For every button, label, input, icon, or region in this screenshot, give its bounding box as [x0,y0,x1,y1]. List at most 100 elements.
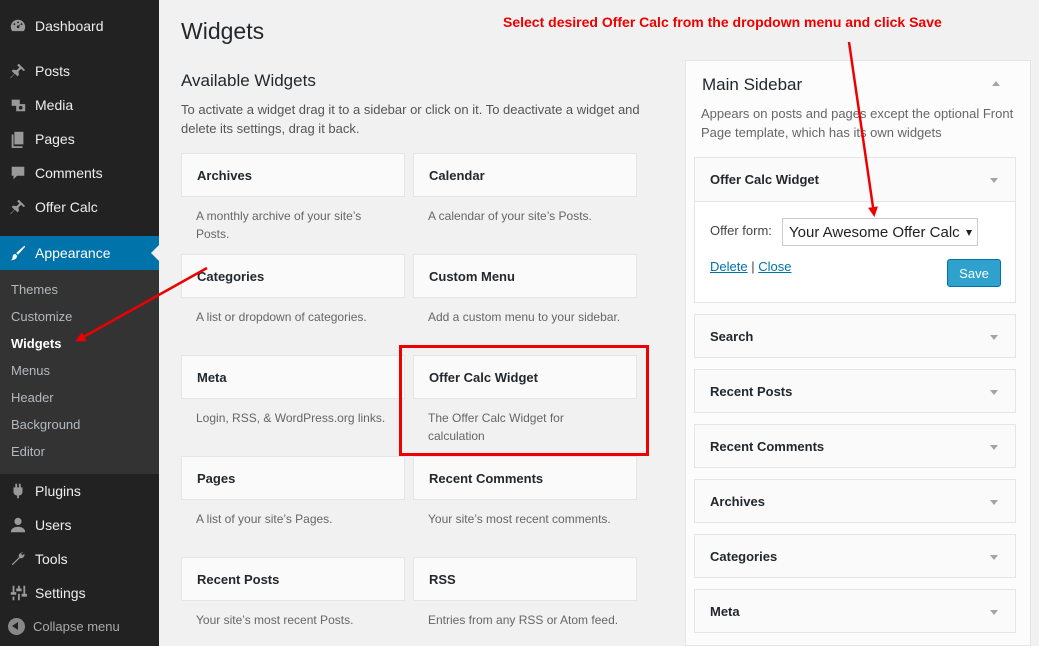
widget-title[interactable]: Custom Menu [413,254,637,298]
plugin-icon [8,481,28,501]
sidebar-widget-categories[interactable]: Categories [694,534,1016,578]
collapse-up-icon[interactable] [991,78,1001,88]
chevron-down-icon[interactable] [990,555,998,560]
sidebar-widget-title: Meta [710,603,740,619]
chevron-down-icon[interactable] [990,445,998,450]
menu-settings-label: Settings [35,585,86,601]
available-widgets-description: To activate a widget drag it to a sideba… [181,102,640,136]
widget-control-links: Delete | Close [710,259,791,274]
sidebar-widget-recent-posts[interactable]: Recent Posts [694,369,1016,413]
chevron-down-icon[interactable] [990,500,998,505]
menu-offer-calc[interactable]: Offer Calc [0,190,159,224]
wrench-icon [8,549,28,569]
menu-appearance[interactable]: Appearance [0,236,159,270]
menu-posts[interactable]: Posts [0,54,159,88]
instruction-annotation: Select desired Offer Calc from the dropd… [503,14,942,30]
widget-description: Your site’s most recent Posts. [196,613,354,627]
widget-title[interactable]: Calendar [413,153,637,197]
menu-pages-label: Pages [35,131,75,147]
menu-tools-label: Tools [35,551,68,567]
widget-pages[interactable]: Pages A list of your site’s Pages. [181,456,405,528]
widget-recent-comments[interactable]: Recent Comments Your site’s most recent … [413,456,637,528]
save-button[interactable]: Save [947,259,1001,287]
close-link[interactable]: Close [758,259,791,274]
sidebar-widget-search[interactable]: Search [694,314,1016,358]
sidebar-widget-archives[interactable]: Archives [694,479,1016,523]
widget-title[interactable]: Recent Posts [181,557,405,601]
widget-title[interactable]: Recent Comments [413,456,637,500]
highlight-annotation-box [399,345,649,456]
chevron-down-icon[interactable] [990,610,998,615]
sidebar-widget-title: Archives [710,493,765,509]
menu-dashboard-label: Dashboard [35,18,104,34]
comments-icon [8,163,28,183]
submenu-customize[interactable]: Customize [11,309,72,324]
widget-archives[interactable]: Archives A monthly archive of your site’… [181,153,405,243]
menu-comments[interactable]: Comments [0,156,159,190]
user-icon [8,515,28,535]
menu-plugins[interactable]: Plugins [0,474,159,508]
widget-rss[interactable]: RSS Entries from any RSS or Atom feed. [413,557,637,629]
submenu-editor[interactable]: Editor [11,444,45,459]
menu-media[interactable]: Media [0,88,159,122]
widget-description: A list or dropdown of categories. [196,310,367,324]
sidebar-widget-title: Offer Calc Widget [710,172,819,187]
chevron-down-icon[interactable] [990,335,998,340]
sidebar-widget-title: Search [710,328,754,344]
widget-title[interactable]: RSS [413,557,637,601]
admin-menu: Dashboard Posts Media Pages Comments Off… [0,0,159,646]
submenu-menus[interactable]: Menus [11,363,50,378]
submenu-widgets[interactable]: Widgets [11,336,61,351]
widget-title[interactable]: Archives [181,153,405,197]
paintbrush-icon [8,243,28,263]
widget-title[interactable]: Categories [181,254,405,298]
widget-custom-menu[interactable]: Custom Menu Add a custom menu to your si… [413,254,637,326]
offer-form-select[interactable]: Your Awesome Offer Calc [782,218,978,246]
submenu-background[interactable]: Background [11,417,80,432]
collapse-menu-button[interactable]: Collapse menu [8,618,120,635]
widget-description: Add a custom menu to your sidebar. [428,310,621,324]
sidebar-widget-title: Categories [710,548,778,564]
menu-appearance-label: Appearance [35,245,111,261]
delete-link[interactable]: Delete [710,259,748,274]
menu-users[interactable]: Users [0,508,159,542]
menu-media-label: Media [35,97,74,113]
settings-icon [8,583,28,603]
media-icon [8,95,28,115]
widget-description: A monthly archive of your site’s Posts. [196,209,362,241]
sidebar-widget-header[interactable]: Offer Calc Widget [695,158,1015,202]
chevron-down-icon[interactable] [990,178,998,183]
dashboard-icon [8,16,28,36]
menu-users-label: Users [35,517,72,533]
widget-meta[interactable]: Meta Login, RSS, & WordPress.org links. [181,355,405,427]
sidebar-widget-title: Recent Comments [710,438,825,454]
widget-title[interactable]: Pages [181,456,405,500]
widget-description: Login, RSS, & WordPress.org links. [196,411,386,425]
menu-settings[interactable]: Settings [0,576,159,610]
widget-recent-posts[interactable]: Recent Posts Your site’s most recent Pos… [181,557,405,629]
sidebar-widget-title: Recent Posts [710,383,793,399]
link-separator: | [751,259,755,274]
menu-dashboard[interactable]: Dashboard [0,9,159,43]
widget-title[interactable]: Meta [181,355,405,399]
collapse-menu-label: Collapse menu [33,619,120,634]
menu-pages[interactable]: Pages [0,122,159,156]
offer-form-selected-value: Your Awesome Offer Calc [789,223,960,241]
submenu-themes[interactable]: Themes [11,282,58,297]
chevron-down-icon[interactable] [990,390,998,395]
pushpin-icon [8,197,28,217]
menu-posts-label: Posts [35,63,71,79]
widget-calendar[interactable]: Calendar A calendar of your site’s Posts… [413,153,637,225]
page-title: Widgets [181,18,265,44]
main-sidebar-description: Appears on posts and pages except the op… [701,106,1014,140]
widget-categories[interactable]: Categories A list or dropdown of categor… [181,254,405,326]
menu-plugins-label: Plugins [35,483,81,499]
menu-tools[interactable]: Tools [0,542,159,576]
sidebar-widget-recent-comments[interactable]: Recent Comments [694,424,1016,468]
submenu-header[interactable]: Header [11,390,54,405]
pages-icon [8,129,28,149]
offer-form-label: Offer form: [710,223,772,238]
widget-description: Entries from any RSS or Atom feed. [428,613,619,627]
main-sidebar-title[interactable]: Main Sidebar [702,75,802,95]
sidebar-widget-meta[interactable]: Meta [694,589,1016,633]
